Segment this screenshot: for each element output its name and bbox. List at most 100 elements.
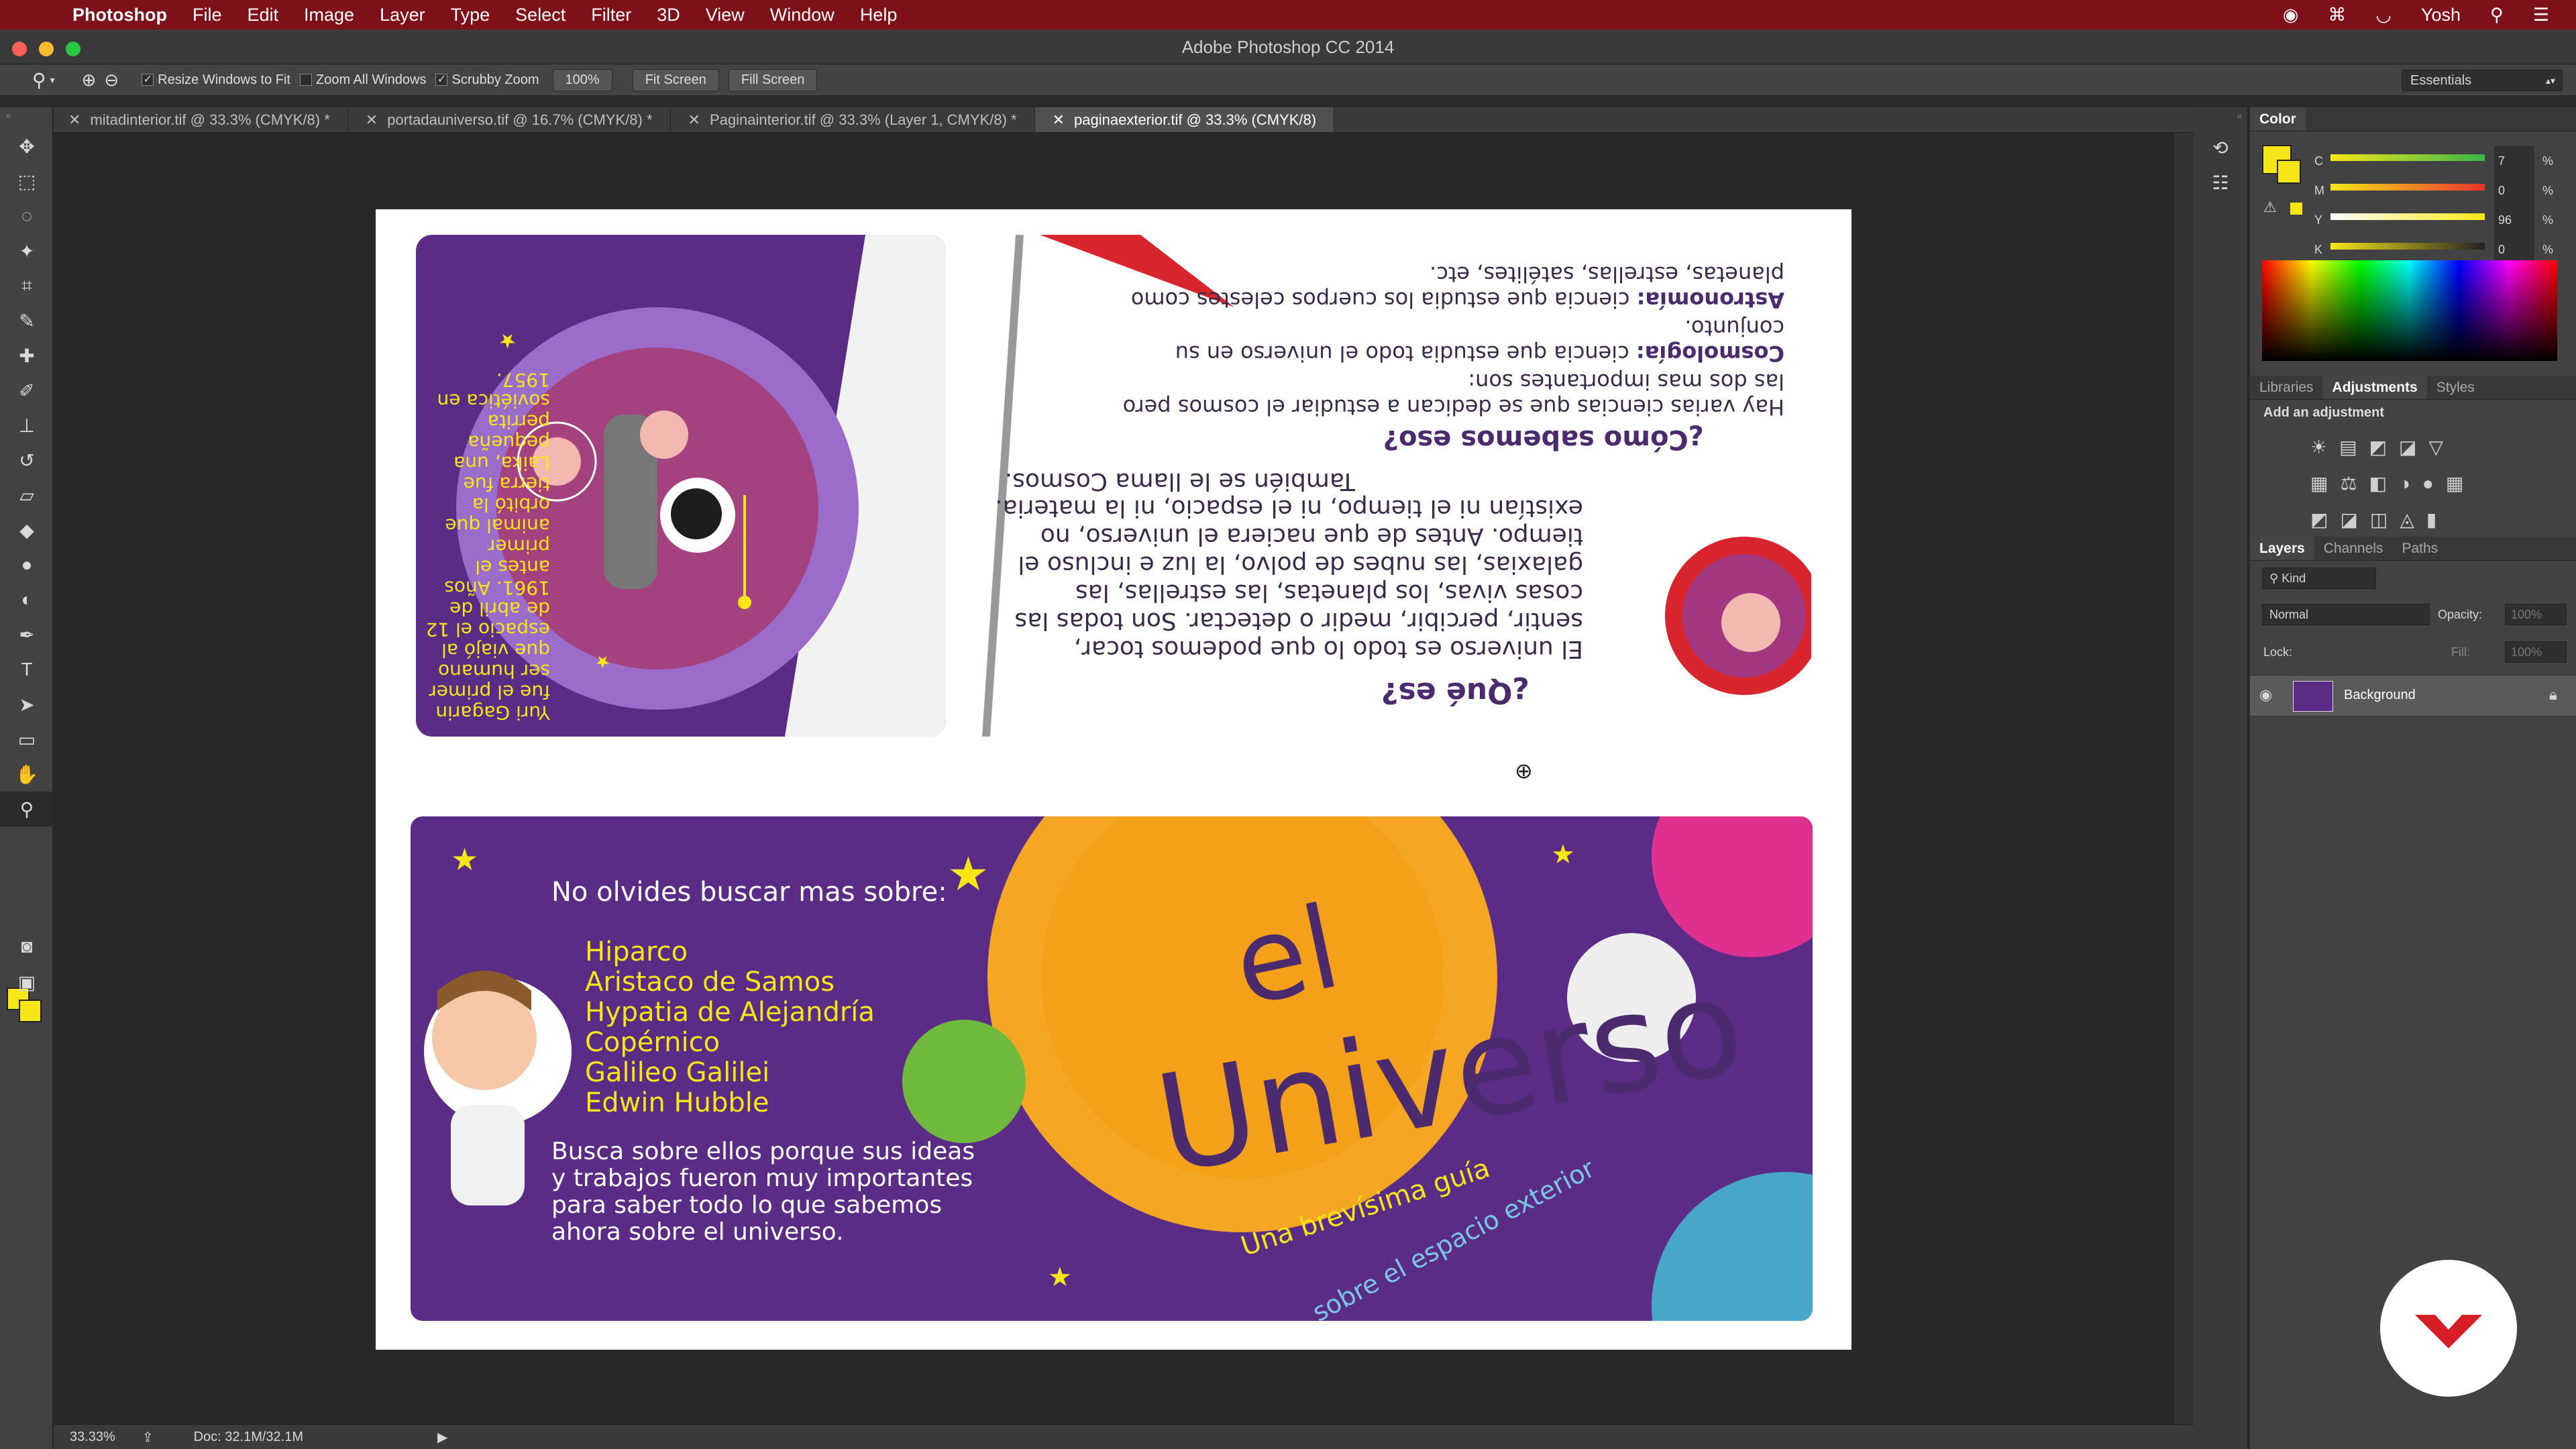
tab-adjustments[interactable]: Adjustments — [2322, 376, 2427, 399]
color-bg-swatch[interactable] — [2277, 160, 2301, 184]
pen-tool-icon[interactable]: ✒ — [0, 617, 54, 652]
eyedropper-tool-icon[interactable]: ✎ — [0, 303, 54, 338]
layer-lock-icon: 🔒︎ — [2549, 686, 2557, 703]
path-selection-tool-icon[interactable]: ➤ — [0, 687, 54, 722]
fill-input[interactable]: 100% — [2505, 641, 2567, 663]
zoom-window-icon[interactable] — [66, 42, 80, 56]
zoom-tool-active-icon[interactable]: ⚲ — [0, 792, 54, 826]
wifi-icon[interactable]: ◡ — [2375, 5, 2392, 25]
lasso-tool-icon[interactable]: ◌ — [0, 199, 54, 233]
menu-layer[interactable]: Layer — [380, 5, 425, 25]
minimize-window-icon[interactable] — [39, 42, 54, 56]
adjustment-icons-row[interactable]: ◩◪◫◬▮ — [2310, 502, 2475, 538]
eraser-tool-icon[interactable]: ▱ — [0, 478, 54, 513]
opacity-input[interactable]: 100% — [2505, 604, 2567, 625]
stamp-tool-icon[interactable]: ⊥ — [0, 408, 54, 443]
zoom-tool-icon[interactable]: ⚲ — [32, 69, 46, 91]
workspace-select[interactable]: Essentials ▴▾ — [2402, 70, 2563, 91]
menu-view[interactable]: View — [706, 5, 745, 25]
paint-bucket-tool-icon[interactable]: ◆ — [0, 513, 54, 547]
notification-icon[interactable]: ☰ — [2533, 5, 2549, 25]
export-icon[interactable]: ⇪ — [142, 1429, 154, 1446]
color-spectrum[interactable] — [2262, 260, 2557, 361]
tab-paginaexterior[interactable]: ✕ paginaexterior.tif @ 33.3% (CMYK/8) — [1034, 107, 1335, 132]
fill-screen-button[interactable]: Fill Screen — [728, 68, 818, 91]
vertical-scrollbar[interactable] — [2174, 133, 2194, 1424]
menu-file[interactable]: File — [193, 5, 222, 25]
zoom-in-icon[interactable]: ⊕ — [82, 70, 97, 91]
menu-image[interactable]: Image — [304, 5, 354, 25]
tab-paginainterior[interactable]: ✕ Paginainterior.tif @ 33.3% (Layer 1, CM… — [671, 107, 1035, 132]
menu-edit[interactable]: Edit — [248, 5, 279, 25]
magic-wand-tool-icon[interactable]: ✦ — [0, 233, 54, 268]
spotlight-icon[interactable]: ⚲ — [2490, 5, 2504, 25]
y-slider[interactable] — [2330, 213, 2485, 220]
close-window-icon[interactable] — [12, 42, 27, 56]
user-name[interactable]: Yosh — [2421, 5, 2461, 25]
menu-type[interactable]: Type — [451, 5, 490, 25]
collapse-dock-icon[interactable]: « — [2194, 107, 2247, 123]
crop-tool-icon[interactable]: ⌗ — [0, 268, 54, 303]
zoom-100-button[interactable]: 100% — [552, 68, 612, 91]
healing-brush-tool-icon[interactable]: ✚ — [0, 338, 54, 373]
command-icon[interactable]: ⌘ — [2328, 5, 2346, 25]
tab-portadauniverso[interactable]: ✕ portadauniverso.tif @ 16.7% (CMYK/8) * — [348, 107, 671, 132]
marquee-tool-icon[interactable]: ⬚ — [0, 164, 54, 199]
scrubby-zoom-checkbox[interactable]: ✓ Scrubby Zoom — [435, 72, 539, 88]
window-title: Adobe Photoshop CC 2014 — [0, 30, 2576, 64]
k-slider[interactable] — [2330, 243, 2485, 250]
heading-que-es: ¿Qué es? — [1381, 676, 1529, 710]
adjustment-icons-row[interactable]: ▦⚖◧◑●▦ — [2310, 466, 2475, 502]
hand-tool-icon[interactable]: ✋ — [0, 757, 54, 792]
status-menu-arrow-icon[interactable]: ▶ — [437, 1429, 447, 1446]
blend-mode-select[interactable]: Normal — [2262, 604, 2430, 625]
tab-channels[interactable]: Channels — [2314, 537, 2393, 560]
tab-color[interactable]: Color — [2250, 107, 2306, 131]
tab-paths[interactable]: Paths — [2392, 537, 2447, 560]
panel-dock: « ⟲ ☷ — [2194, 107, 2249, 1449]
adjustment-icons-row[interactable]: ☀▤◩◪▽ — [2310, 429, 2475, 466]
rectangle-tool-icon[interactable]: ▭ — [0, 722, 54, 757]
layer-row-background[interactable]: ◉ Background 🔒︎ — [2250, 675, 2576, 716]
tab-mitadinterior[interactable]: ✕ mitadinterior.tif @ 33.3% (CMYK/8) * — [54, 107, 348, 132]
adjustment-icons[interactable]: ☀▤◩◪▽ ▦⚖◧◑●▦ ◩◪◫◬▮ — [2310, 429, 2475, 538]
m-slider[interactable] — [2330, 184, 2485, 191]
svg-text:★: ★ — [595, 652, 610, 672]
history-panel-icon[interactable]: ⟲ — [2194, 130, 2247, 165]
c-slider[interactable] — [2330, 154, 2485, 161]
zoom-level[interactable]: 33.33% — [70, 1430, 115, 1445]
menu-help[interactable]: Help — [860, 5, 898, 25]
document-canvas[interactable]: ★ ★ Yuri Gagarin fue el primer ser human… — [376, 209, 1851, 1350]
type-tool-icon[interactable]: T — [0, 652, 54, 687]
fit-screen-button[interactable]: Fit Screen — [632, 68, 719, 91]
menu-window[interactable]: Window — [770, 5, 835, 25]
brush-tool-icon[interactable]: ✐ — [0, 373, 54, 408]
tab-libraries[interactable]: Libraries — [2250, 376, 2323, 399]
zoom-out-icon[interactable]: ⊖ — [104, 70, 119, 91]
add-adjustment-label: Add an adjustment — [2263, 405, 2385, 420]
quick-mask-icon[interactable]: ◙ — [0, 929, 54, 964]
layer-name[interactable]: Background — [2344, 688, 2416, 703]
resize-windows-checkbox[interactable]: ✓ Resize Windows to Fit — [142, 72, 290, 88]
menu-filter[interactable]: Filter — [591, 5, 631, 25]
visibility-eye-icon[interactable]: ◉ — [2259, 686, 2272, 704]
layer-kind-filter[interactable]: ⚲ Kind — [2262, 568, 2376, 589]
menu-select[interactable]: Select — [515, 5, 566, 25]
doc-size[interactable]: Doc: 32.1M/32.1M — [194, 1430, 303, 1445]
background-color-swatch[interactable] — [19, 1000, 42, 1022]
zoom-all-windows-checkbox[interactable]: Zoom All Windows — [299, 72, 426, 88]
properties-panel-icon[interactable]: ☷ — [2194, 165, 2247, 200]
record-icon[interactable]: ◉ — [2283, 5, 2299, 25]
history-brush-tool-icon[interactable]: ↺ — [0, 443, 54, 478]
screen-mode-icon[interactable]: ▣ — [0, 965, 54, 1000]
cmyk-values[interactable]: 7 0 96 0 — [2494, 146, 2534, 264]
menu-3d[interactable]: 3D — [657, 5, 680, 25]
tab-styles[interactable]: Styles — [2427, 376, 2484, 399]
cover-spread: ★ ★ ★ ★ No olvides buscar mas sobre: Hip… — [411, 816, 1813, 1321]
dodge-tool-icon[interactable]: ◐ — [0, 582, 54, 617]
chevron-down-icon[interactable]: ▾ — [50, 74, 55, 86]
move-tool-icon[interactable]: ✥ — [0, 129, 54, 164]
blur-tool-icon[interactable]: ● — [0, 547, 54, 582]
tab-layers[interactable]: Layers — [2250, 537, 2314, 560]
menu-app[interactable]: Photoshop — [72, 5, 167, 25]
